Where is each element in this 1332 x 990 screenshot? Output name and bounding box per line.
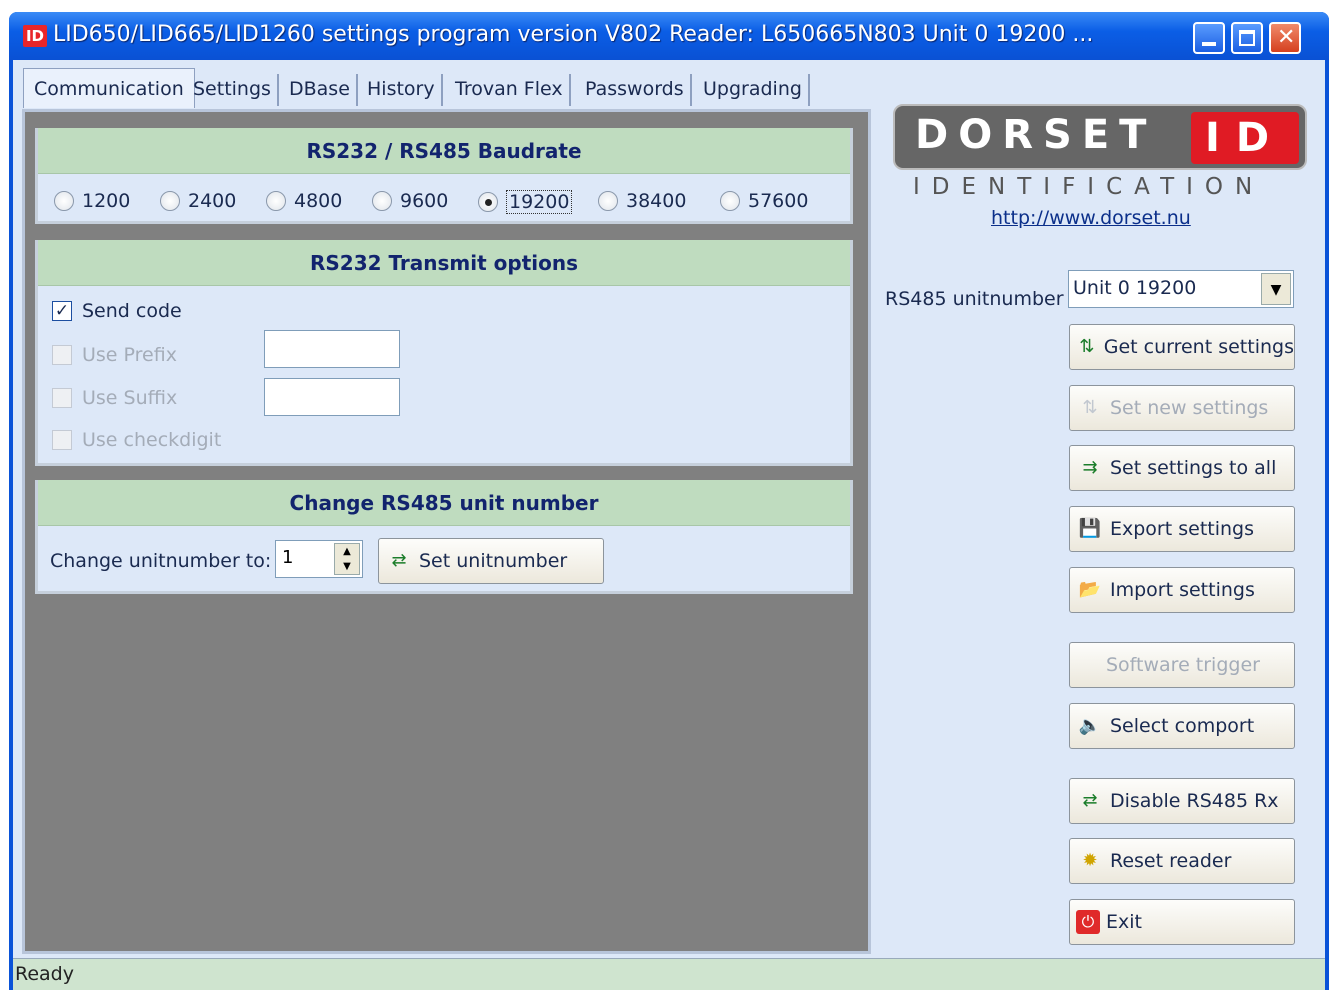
- chevron-down-icon[interactable]: ▼: [1261, 273, 1291, 305]
- disable-network-icon: ⇄: [1082, 790, 1098, 811]
- reset-reader-button[interactable]: ✹ Reset reader: [1069, 838, 1295, 884]
- download-chip-icon: ⇅: [1079, 336, 1095, 357]
- radio-circle-selected: [478, 192, 498, 212]
- import-settings-button[interactable]: 📂 Import settings: [1069, 567, 1295, 613]
- disable-rs485-rx-button[interactable]: ⇄ Disable RS485 Rx: [1069, 778, 1295, 824]
- transmit-header: RS232 Transmit options: [38, 240, 850, 286]
- minimize-button[interactable]: [1193, 22, 1225, 54]
- use-checkdigit-checkbox[interactable]: Use checkdigit: [52, 429, 221, 451]
- send-code-checkbox[interactable]: ✓ Send code: [52, 300, 182, 322]
- tab-upgrading[interactable]: Upgrading: [697, 74, 810, 106]
- rs485-unitnumber-label: RS485 unitnumber: [885, 288, 1064, 310]
- radio-circle: [720, 191, 740, 211]
- tab-trovan-flex[interactable]: Trovan Flex: [449, 74, 571, 106]
- use-prefix-checkbox[interactable]: Use Prefix: [52, 344, 177, 366]
- rs485-unit-select[interactable]: Unit 0 19200 ▼: [1068, 270, 1294, 308]
- set-settings-to-all-button[interactable]: ⇉ Set settings to all: [1069, 445, 1295, 491]
- tab-history[interactable]: History: [361, 74, 443, 106]
- baudrate-header: RS232 / RS485 Baudrate: [38, 128, 850, 174]
- baud-4800-radio[interactable]: 4800: [266, 190, 342, 212]
- baud-2400-radio[interactable]: 2400: [160, 190, 236, 212]
- use-suffix-checkbox[interactable]: Use Suffix: [52, 387, 177, 409]
- exit-button[interactable]: ⏻ Exit: [1069, 899, 1295, 945]
- suffix-input[interactable]: [264, 378, 400, 416]
- radio-circle: [598, 191, 618, 211]
- get-current-settings-button[interactable]: ⇅ Get current settings: [1069, 324, 1295, 370]
- baud-1200-radio[interactable]: 1200: [54, 190, 130, 212]
- upload-chip-icon: ⇅: [1082, 397, 1098, 418]
- tab-passwords[interactable]: Passwords: [579, 74, 692, 106]
- radio-circle: [54, 191, 74, 211]
- radio-circle: [160, 191, 180, 211]
- baud-38400-radio[interactable]: 38400: [598, 190, 686, 212]
- prefix-input[interactable]: [264, 330, 400, 368]
- app-icon: ID: [23, 25, 47, 47]
- spinner-arrows-icon[interactable]: ▲ ▼: [334, 543, 360, 575]
- close-icon: ✕: [1277, 25, 1296, 50]
- website-link[interactable]: http://www.dorset.nu: [991, 207, 1191, 229]
- baud-57600-radio[interactable]: 57600: [720, 190, 808, 212]
- unit-change-group: Change RS485 unit number Change unitnumb…: [35, 480, 853, 594]
- reset-chip-icon: ✹: [1082, 850, 1098, 871]
- spinner-value: 1: [282, 547, 294, 568]
- speaker-icon: 🔈: [1078, 715, 1102, 736]
- radio-circle: [372, 191, 392, 211]
- check-icon: ✓: [52, 301, 72, 321]
- tab-communication[interactable]: Communication: [23, 68, 195, 108]
- set-new-settings-button[interactable]: ⇅ Set new settings: [1069, 385, 1295, 431]
- app-window: ID LID650/LID665/LID1260 settings progra…: [9, 12, 1329, 990]
- set-unitnumber-button[interactable]: ⇄ Set unitnumber: [378, 538, 604, 584]
- select-comport-button[interactable]: 🔈 Select comport: [1069, 703, 1295, 749]
- baud-19200-radio[interactable]: 19200: [478, 190, 573, 214]
- client-area: Communication Settings DBase History Tro…: [13, 60, 1325, 990]
- checkbox-box: [52, 345, 72, 365]
- export-settings-button[interactable]: 💾 Export settings: [1069, 506, 1295, 552]
- software-trigger-button[interactable]: Software trigger: [1069, 642, 1295, 688]
- window-title: LID650/LID665/LID1260 settings program v…: [53, 22, 1094, 47]
- radio-circle: [266, 191, 286, 211]
- unit-change-label: Change unitnumber to:: [50, 550, 272, 572]
- communication-panel: RS232 / RS485 Baudrate 1200 2400 4800 96…: [22, 109, 871, 954]
- unitnumber-spinner[interactable]: 1 ▲ ▼: [275, 540, 363, 578]
- checkbox-box: [52, 388, 72, 408]
- floppy-disk-icon: 💾: [1078, 518, 1102, 539]
- logo-subtitle: IDENTIFICATION: [913, 174, 1265, 200]
- minimize-icon: [1202, 42, 1216, 46]
- title-bar[interactable]: ID LID650/LID665/LID1260 settings progra…: [9, 12, 1329, 60]
- close-button[interactable]: ✕: [1269, 22, 1301, 54]
- power-icon: ⏻: [1076, 910, 1100, 934]
- broadcast-chip-icon: ⇉: [1082, 457, 1098, 478]
- transmit-group: RS232 Transmit options ✓ Send code Use P…: [35, 240, 853, 466]
- maximize-icon: [1239, 30, 1255, 46]
- logo-text: DORSET: [915, 112, 1157, 158]
- maximize-button[interactable]: [1231, 22, 1263, 54]
- status-bar: Ready: [13, 958, 1325, 990]
- tab-dbase[interactable]: DBase: [283, 74, 358, 106]
- set-unitnumber-icon: ⇄: [391, 550, 407, 571]
- folder-open-icon: 📂: [1078, 579, 1102, 600]
- baud-9600-radio[interactable]: 9600: [372, 190, 448, 212]
- tab-settings[interactable]: Settings: [187, 74, 279, 106]
- checkbox-box: [52, 430, 72, 450]
- rs485-unit-value: Unit 0 19200: [1073, 277, 1197, 299]
- dorset-logo: DORSET ID: [893, 104, 1307, 170]
- logo-id: ID: [1191, 112, 1299, 164]
- baudrate-group: RS232 / RS485 Baudrate 1200 2400 4800 96…: [35, 128, 853, 224]
- unit-change-header: Change RS485 unit number: [38, 480, 850, 526]
